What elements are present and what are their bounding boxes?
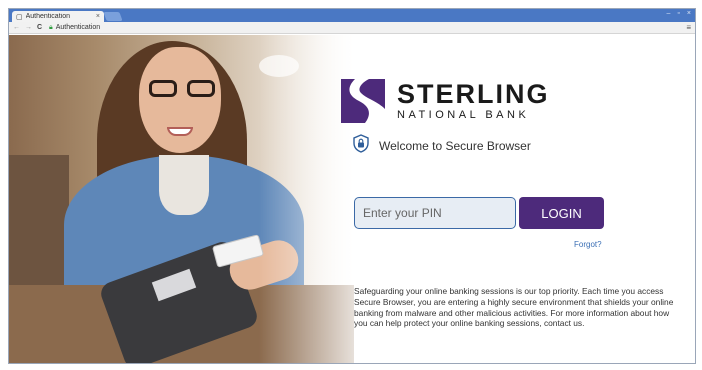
maximize-icon[interactable]: ▫ [677, 10, 679, 17]
lock-icon: 🔒︎ [49, 23, 53, 31]
window-controls: – ▫ × [667, 10, 691, 17]
nav-buttons: ← → C [9, 24, 49, 31]
bank-logo: STERLING NATIONAL BANK [341, 79, 550, 123]
address-bar: ← → C 🔒︎ Authentication ≡ [9, 22, 695, 34]
forward-icon[interactable]: → [25, 24, 32, 31]
menu-icon[interactable]: ≡ [686, 23, 695, 32]
welcome-text: Welcome to Secure Browser [379, 139, 531, 153]
shield-lock-icon [353, 134, 369, 158]
url-field[interactable]: 🔒︎ Authentication [49, 24, 100, 32]
new-tab-button[interactable] [103, 12, 123, 21]
tab-label: Authentication [25, 13, 70, 20]
page-icon: ▢ [16, 13, 23, 21]
close-window-icon[interactable]: × [687, 10, 691, 17]
security-info-text: Safeguarding your online banking session… [354, 286, 674, 329]
browser-window: ▢ Authentication × – ▫ × ← → C 🔒︎ Authen… [8, 8, 696, 364]
forgot-link[interactable]: Forgot? [574, 240, 602, 249]
back-icon[interactable]: ← [13, 24, 20, 31]
pin-input[interactable] [354, 197, 516, 229]
brand-subtitle: NATIONAL BANK [397, 109, 530, 121]
tab-bar: ▢ Authentication × – ▫ × [9, 9, 695, 22]
page-content: STERLING NATIONAL BANK Welcome to Secure… [9, 35, 695, 363]
url-text: Authentication [55, 24, 101, 31]
minimize-icon[interactable]: – [667, 10, 671, 17]
reload-icon[interactable]: C [37, 24, 42, 31]
welcome-banner: Welcome to Secure Browser [353, 134, 531, 158]
tab-authentication[interactable]: ▢ Authentication × [12, 11, 104, 22]
close-tab-icon[interactable]: × [96, 13, 100, 20]
login-button[interactable]: LOGIN [519, 197, 604, 229]
brand-name: STERLING [397, 79, 550, 109]
sterling-logo-icon [341, 79, 385, 123]
